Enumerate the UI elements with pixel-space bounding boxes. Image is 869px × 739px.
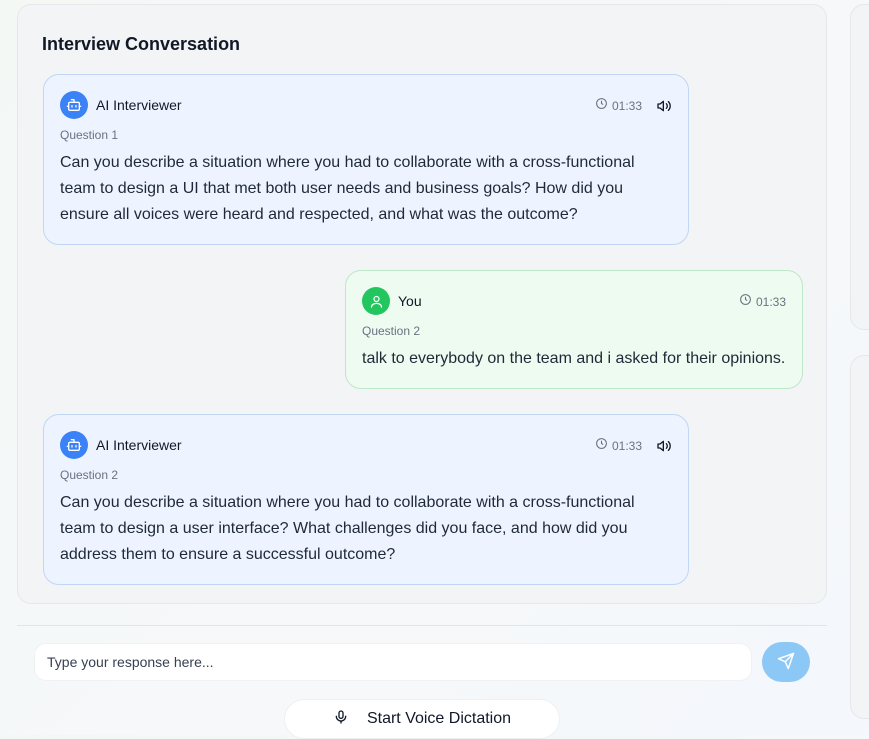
message-time: 01:33 [755, 295, 786, 309]
message-ai-1: AI Interviewer 01:33 Question 1 Can you … [43, 74, 689, 245]
message-header: AI Interviewer 01:33 [60, 91, 672, 119]
side-panel-bottom [850, 355, 869, 719]
clock-icon [739, 293, 752, 311]
conversation-title: Interview Conversation [42, 34, 241, 54]
conversation-card: Interview Conversation AI Interviewer 01… [17, 4, 827, 604]
send-button[interactable] [762, 642, 810, 682]
microphone-icon [333, 709, 349, 730]
speaker-icon[interactable] [656, 98, 672, 114]
response-input[interactable] [35, 644, 751, 680]
message-text: Can you describe a situation where you h… [60, 154, 635, 223]
sender-name: AI Interviewer [96, 97, 182, 113]
question-label: Question 2 [362, 324, 421, 338]
send-icon [777, 652, 795, 673]
user-icon [362, 287, 390, 315]
composer-divider [17, 625, 827, 626]
message-ai-2: AI Interviewer 01:33 Question 2 Can you … [43, 414, 689, 585]
message-header: You 01:33 [362, 287, 786, 315]
message-time: 01:33 [611, 439, 642, 453]
message-time: 01:33 [611, 99, 642, 113]
message-meta: 01:33 [739, 293, 786, 311]
message-user-1: You 01:33 Question 2 talk to everybody o… [345, 270, 803, 389]
message-header: AI Interviewer 01:33 [60, 431, 672, 459]
robot-icon [60, 431, 88, 459]
question-label: Question 1 [60, 128, 119, 142]
robot-icon [60, 91, 88, 119]
message-meta: 01:33 [595, 97, 672, 115]
sender-name: You [398, 293, 422, 309]
sender-name: AI Interviewer [96, 437, 182, 453]
message-text: talk to everybody on the team and i aske… [362, 350, 786, 367]
clock-icon [595, 97, 608, 115]
message-meta: 01:33 [595, 437, 672, 455]
speaker-icon[interactable] [656, 438, 672, 454]
message-text: Can you describe a situation where you h… [60, 494, 635, 563]
question-label: Question 2 [60, 468, 119, 482]
voice-dictation-label: Start Voice Dictation [366, 710, 512, 727]
clock-icon [595, 437, 608, 455]
side-panel-top [850, 4, 869, 330]
response-input-wrapper [34, 643, 752, 681]
voice-dictation-button[interactable]: Start Voice Dictation [284, 699, 560, 739]
